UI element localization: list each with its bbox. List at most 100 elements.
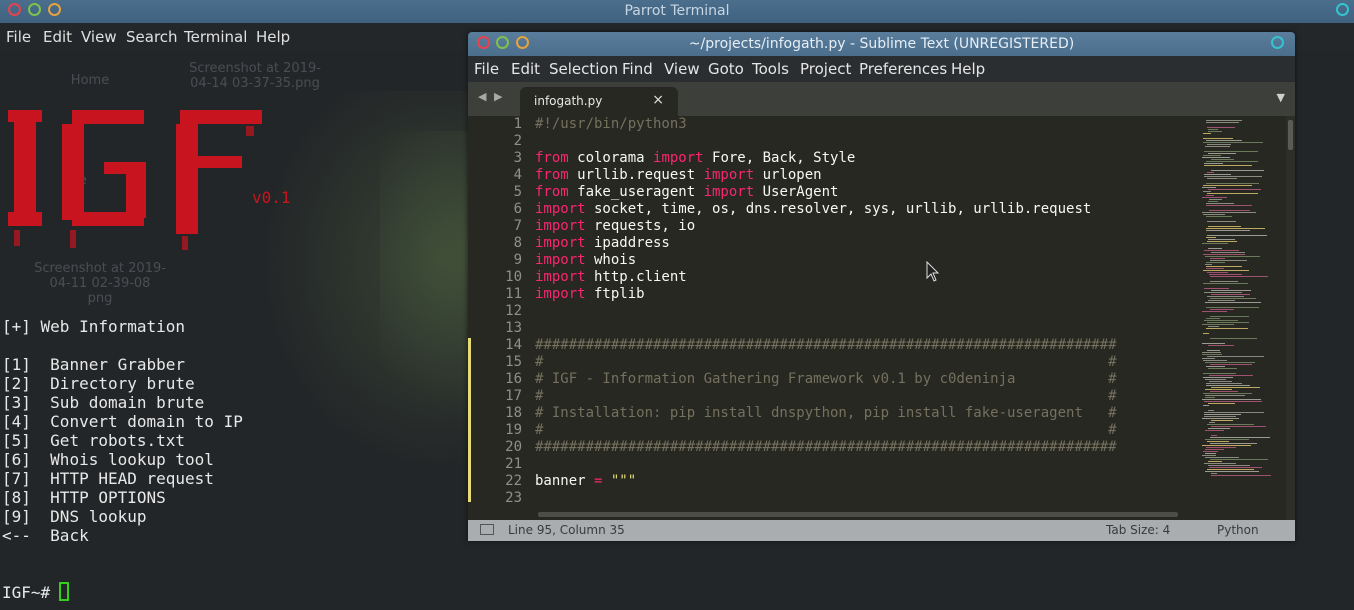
code-line[interactable]: 18 # Installation: pip install dnspython,… [468, 405, 1198, 422]
minimap-line [1210, 364, 1252, 365]
code-editor[interactable]: 1 #!/usr/bin/python3 2 3 from colorama impor… [468, 116, 1198, 520]
minimap-line [1204, 288, 1229, 289]
minimap-line [1204, 151, 1258, 152]
sublime-titlebar: ~/projects/infogath.py - Sublime Text (U… [468, 32, 1295, 56]
code-line[interactable]: 5 from fake_useragent import UserAgent [468, 184, 1198, 201]
code-line[interactable]: 4 from urllib.request import urlopen [468, 167, 1198, 184]
option-item: [6] Whois lookup tool [2, 450, 214, 469]
sublime-menu-project[interactable]: Project [800, 60, 851, 78]
code-line[interactable]: 19 # # [468, 422, 1198, 439]
code-line[interactable]: 11 import ftplib [468, 286, 1198, 303]
minimap[interactable] [1198, 116, 1286, 520]
minimap-line [1211, 473, 1217, 474]
code-line[interactable]: 3 from colorama import Fore, Back, Style [468, 150, 1198, 167]
minimap-line [1207, 193, 1258, 194]
code-line[interactable]: 20 ######################################… [468, 439, 1198, 456]
minimap-line [1206, 216, 1232, 217]
line-number: 1 [513, 116, 522, 132]
terminal-menu-edit[interactable]: Edit [43, 28, 72, 46]
code-line[interactable]: 6 import socket, time, os, dns.resolver, … [468, 201, 1198, 218]
minimap-line [1207, 127, 1235, 128]
sublime-pin-button[interactable] [1271, 36, 1284, 49]
code-line[interactable]: 1 #!/usr/bin/python3 [468, 116, 1198, 133]
terminal-menu-file[interactable]: File [6, 28, 31, 46]
minimap-line [1204, 416, 1236, 417]
code-text: # # [535, 388, 1117, 404]
tab-close-icon[interactable]: × [652, 92, 664, 108]
terminal-menu-help[interactable]: Help [256, 28, 290, 46]
minimap-line [1205, 395, 1245, 396]
code-line[interactable]: 22 banner = """ [468, 473, 1198, 490]
igf-ascii-logo: IGF [0, 52, 270, 252]
code-line[interactable]: 15 # # [468, 354, 1198, 371]
minimap-line [1210, 281, 1238, 282]
minimap-line [1204, 414, 1241, 415]
sublime-menu-find[interactable]: Find [622, 60, 653, 78]
code-line[interactable]: 2 [468, 133, 1198, 150]
code-line[interactable]: 12 [468, 303, 1198, 320]
minimap-line [1207, 350, 1220, 351]
panel-toggle-icon[interactable] [480, 524, 494, 535]
minimap-line [1207, 221, 1236, 222]
tab-size[interactable]: Tab Size: 4 [1106, 523, 1170, 537]
sublime-menu-edit[interactable]: Edit [511, 60, 540, 78]
sublime-menu-tools[interactable]: Tools [752, 60, 789, 78]
code-line[interactable]: 16 # IGF - Information Gathering Framewor… [468, 371, 1198, 388]
syntax-mode[interactable]: Python [1217, 523, 1259, 537]
sublime-menu-selection[interactable]: Selection [549, 60, 618, 78]
minimap-line [1208, 410, 1214, 411]
sublime-menu-view[interactable]: View [664, 60, 700, 78]
terminal-cursor[interactable] [59, 582, 69, 601]
horizontal-scrollbar-thumb[interactable] [538, 512, 1178, 517]
code-line[interactable]: 13 [468, 320, 1198, 337]
line-number: 13 [505, 320, 522, 336]
minimap-line [1207, 235, 1267, 236]
minimap-line [1206, 366, 1225, 367]
line-number: 8 [513, 235, 522, 251]
line-number: 6 [513, 201, 522, 217]
vertical-scrollbar[interactable] [1286, 116, 1295, 520]
minimap-line [1210, 260, 1247, 261]
code-line[interactable]: 21 [468, 456, 1198, 473]
terminal-menu-view[interactable]: View [81, 28, 117, 46]
minimap-line [1203, 191, 1211, 192]
code-line[interactable]: 17 # # [468, 388, 1198, 405]
minimap-line [1210, 258, 1225, 259]
tab-infogath[interactable]: infogath.py × [520, 87, 678, 116]
minimap-line [1205, 389, 1232, 390]
code-line[interactable]: 14 ######################################… [468, 337, 1198, 354]
minimap-line [1203, 142, 1263, 143]
minimap-line [1206, 268, 1224, 269]
sublime-menu-preferences[interactable]: Preferences [859, 60, 947, 78]
minimap-line [1206, 318, 1220, 319]
minimap-line [1206, 230, 1250, 231]
minimap-line [1209, 467, 1262, 468]
code-line[interactable]: 9 import whois [468, 252, 1198, 269]
code-line[interactable]: 10 import http.client [468, 269, 1198, 286]
code-line[interactable]: 23 [468, 490, 1198, 507]
code-line[interactable]: 7 import requests, io [468, 218, 1198, 235]
minimap-line [1211, 387, 1260, 388]
minimap-line [1210, 391, 1238, 392]
terminal-menu-search[interactable]: Search [126, 28, 178, 46]
minimap-line [1207, 356, 1264, 357]
sublime-menu-goto[interactable]: Goto [708, 60, 744, 78]
minimap-line [1211, 435, 1217, 436]
code-line[interactable]: 8 import ipaddress [468, 235, 1198, 252]
tab-nav-arrows-icon[interactable]: ◀ ▶ [478, 90, 504, 103]
minimap-line [1203, 138, 1233, 139]
code-text: import ftplib [535, 286, 645, 302]
minimap-line [1206, 447, 1236, 448]
minimap-line [1206, 266, 1242, 267]
line-number: 7 [513, 218, 522, 234]
sublime-menu-file[interactable]: File [474, 60, 499, 78]
minimap-line [1208, 428, 1230, 429]
window-pin-button[interactable] [1336, 3, 1349, 16]
tab-dropdown-icon[interactable]: ▼ [1277, 91, 1285, 104]
vertical-scrollbar-thumb[interactable] [1288, 120, 1293, 150]
option-item: [8] HTTP OPTIONS [2, 488, 166, 507]
line-number: 22 [505, 473, 522, 489]
sublime-menu-help[interactable]: Help [951, 60, 985, 78]
terminal-menu-terminal[interactable]: Terminal [184, 28, 247, 46]
horizontal-scrollbar[interactable] [468, 508, 1286, 520]
